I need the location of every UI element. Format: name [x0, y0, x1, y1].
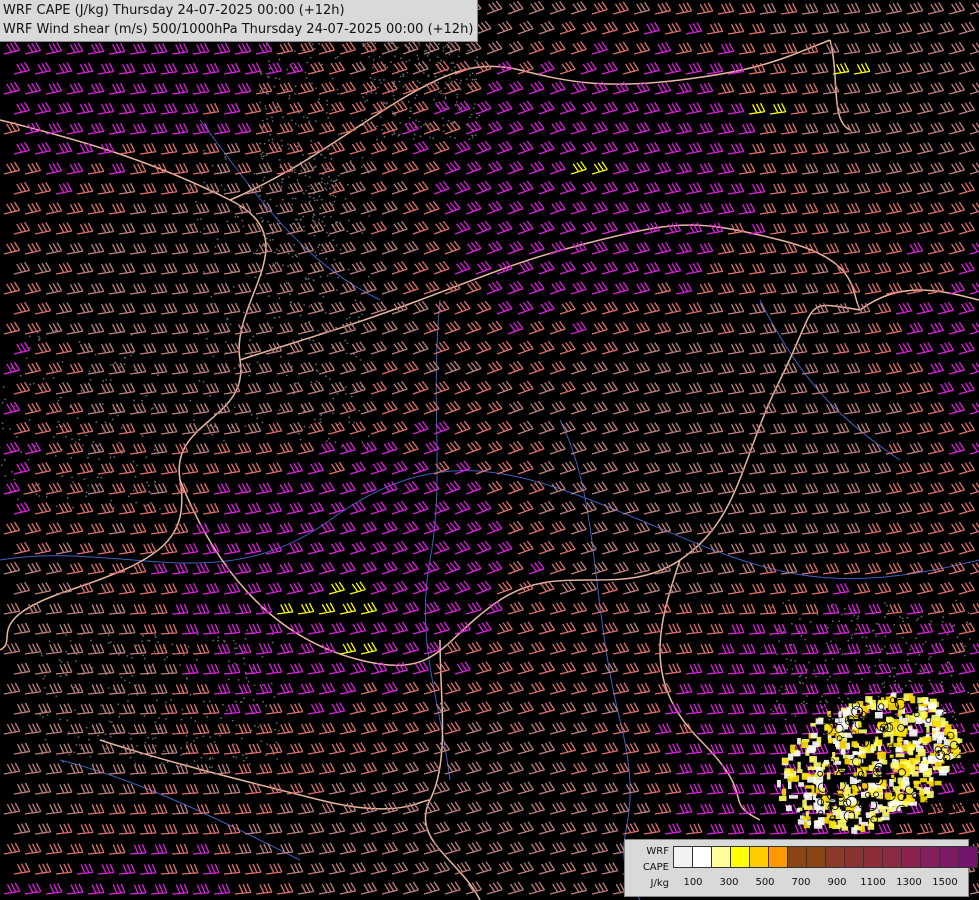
legend-swatch — [921, 847, 940, 867]
cape-area — [776, 692, 972, 834]
legend-swatch — [788, 847, 807, 867]
legend-color-scale — [673, 846, 978, 868]
legend-swatch — [731, 847, 750, 867]
legend-swatch — [807, 847, 826, 867]
legend-label-variable: CAPE — [642, 862, 669, 873]
legend-tick-label: 300 — [719, 877, 739, 888]
legend-label-unit: J/kg — [650, 878, 669, 889]
legend-swatch — [750, 847, 769, 867]
legend-swatch — [712, 847, 731, 867]
legend-swatch — [693, 847, 712, 867]
legend-swatch — [769, 847, 788, 867]
legend-swatch — [940, 847, 959, 867]
legend-swatch — [883, 847, 902, 867]
cape-title: WRF CAPE (J/kg) Thursday 24-07-2025 00:0… — [3, 3, 345, 18]
cape-legend: WRF CAPE J/kg 100 300 500 700 900 1100 1300 150… — [624, 839, 978, 897]
legend-swatch — [845, 847, 864, 867]
map-canvas — [0, 0, 979, 900]
legend-swatch — [826, 847, 845, 867]
wind-shear-title: WRF Wind shear (m/s) 500/1000hPa Thursda… — [3, 22, 474, 37]
legend-swatch — [959, 847, 977, 867]
legend-swatch — [864, 847, 883, 867]
legend-swatch — [902, 847, 921, 867]
legend-tick-label: 900 — [827, 877, 847, 888]
map-title-box: WRF CAPE (J/kg) Thursday 24-07-2025 00:0… — [0, 0, 479, 42]
legend-tick-label: 700 — [791, 877, 811, 888]
legend-tick-label: 500 — [755, 877, 775, 888]
legend-tick-label: 1100 — [860, 877, 886, 888]
legend-label-model: WRF — [646, 846, 669, 857]
legend-tick-label: 100 — [683, 877, 703, 888]
legend-swatch — [674, 847, 693, 867]
legend-tick-label: 1500 — [932, 877, 958, 888]
legend-tick-label: 1300 — [896, 877, 922, 888]
